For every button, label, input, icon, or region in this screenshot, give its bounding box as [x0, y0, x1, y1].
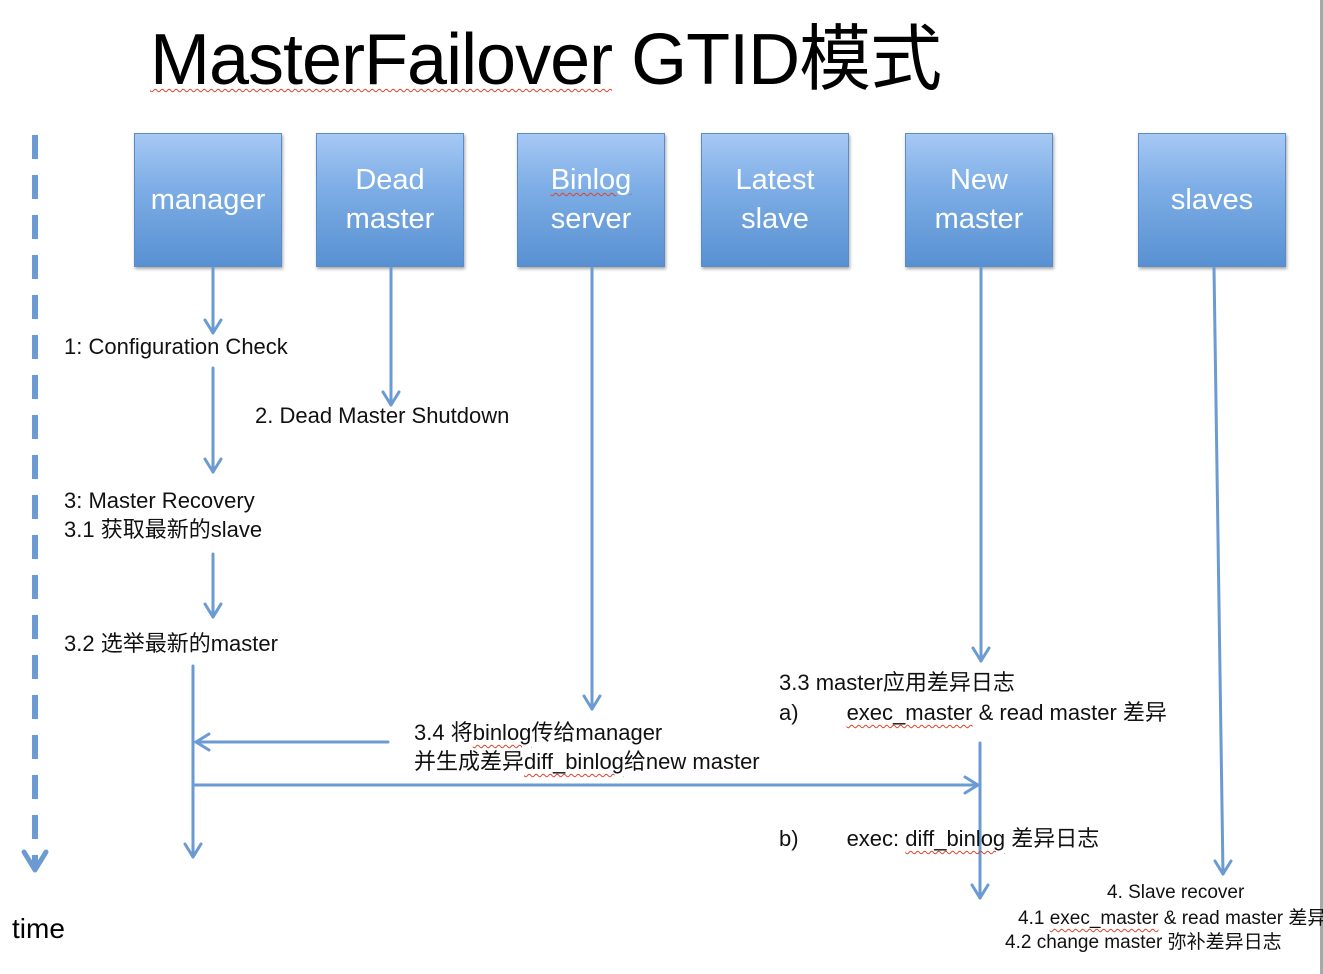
step-3-1-get-latest-slave: 3.1 获取最新的slave	[64, 517, 263, 542]
step-3-2-elect-master: 3.2 选举最新的master	[64, 631, 278, 656]
step-3-3a-label: a)	[779, 700, 799, 725]
step-3-4-prefix: 3.4 将	[414, 720, 473, 745]
step-4-2-change-master: 4.2 change master 弥补差异日志	[1005, 932, 1282, 953]
step-3-3b-diff-binlog: diff_binlog	[905, 826, 1006, 851]
time-axis-label: time	[12, 913, 65, 944]
step-4-1-exec-master: 4.1 exec_master & read master 差异	[1018, 907, 1323, 931]
step-4-1-prefix: 4.1	[1018, 908, 1050, 929]
step-3-3a-rest: & read master 差异	[972, 700, 1167, 725]
step-3-master-recovery: 3: Master Recovery	[64, 488, 255, 513]
step-3-3b-rest: 差异日志	[1005, 826, 1100, 851]
step-3-4b-diff-binlog: diff_binlog	[524, 749, 624, 774]
step-3-4-rest: 传给manager	[531, 720, 663, 745]
step-3-3a-exec-master-term: exec_master	[846, 700, 973, 725]
step-3-4-generate-diff: 并生成差异diff_binlog给new master	[414, 747, 760, 776]
step-4-1-rest: & read master 差异	[1158, 908, 1323, 929]
step-3-4-send-binlog: 3.4 将binlog传给manager	[414, 718, 662, 747]
step-3-3b-exec-diff-binlog: b) exec: diff_binlog 差异日志	[779, 824, 1099, 853]
step-3-4b-prefix: 并生成差异	[414, 749, 525, 774]
step-3-4b-rest: 给new master	[623, 749, 760, 774]
step-3-3a-exec-master: a) exec_master & read master 差异	[779, 698, 1167, 727]
step-3-3b-label: b)	[779, 826, 799, 851]
step-3-4-binlog: binlog	[472, 720, 532, 745]
step-1-configuration-check: 1: Configuration Check	[64, 334, 288, 359]
step-3-3b-prefix: exec:	[846, 826, 906, 851]
step-4-slave-recover: 4. Slave recover	[1107, 882, 1245, 903]
step-3-3-apply-diff-log: 3.3 master应用差异日志	[779, 670, 1015, 695]
arrow-slaves-to-step4	[1212, 266, 1225, 876]
step-2-dead-master-shutdown: 2. Dead Master Shutdown	[255, 403, 510, 428]
step-4-1-exec-master-term: exec_master	[1049, 908, 1159, 929]
